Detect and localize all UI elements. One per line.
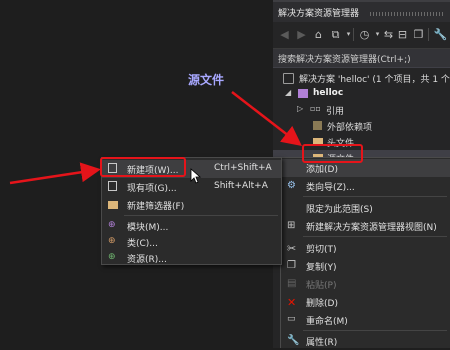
arrow-to-new-item xyxy=(9,162,101,185)
annotation-arrows xyxy=(9,91,302,185)
arrow-to-source-files xyxy=(231,91,302,147)
